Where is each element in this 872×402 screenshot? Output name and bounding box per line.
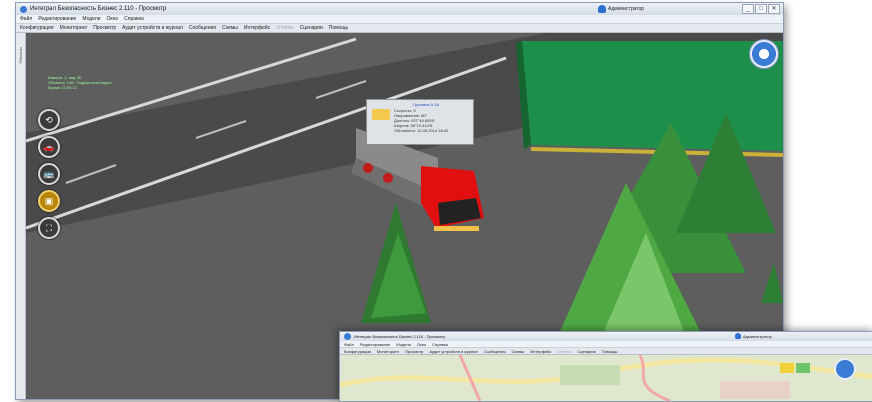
title-bar: Интеграл Безопасность Бизнес 2.110 - Про… [340, 332, 872, 341]
tooltip-line: Обновлено: 12.05.2014 18:42 [394, 128, 449, 133]
toolbar-schemes[interactable]: Схемы [512, 349, 525, 354]
menu-file[interactable]: Файл [344, 342, 354, 347]
map-svg [340, 355, 872, 401]
side-tab[interactable]: Объекты [16, 33, 26, 399]
truck-bumper [434, 226, 479, 231]
toolbar-messages[interactable]: Сообщения [189, 25, 216, 31]
map-marker-icon[interactable] [780, 363, 794, 373]
minimize-button[interactable]: _ [742, 4, 754, 14]
map-district [720, 381, 790, 399]
bus-icon[interactable]: 🚌 [38, 163, 60, 185]
app-icon [20, 5, 27, 13]
user-badge[interactable]: Администратор [735, 333, 772, 339]
user-badge[interactable]: Администратор [598, 5, 644, 13]
truck-wheel [363, 163, 373, 173]
toolbar-help[interactable]: Помощь [329, 25, 348, 31]
user-name: Администратор [743, 333, 772, 339]
vehicle-tooltip: Грузовик А-18 Скорость: 0 Направление: 8… [366, 99, 474, 145]
menu-window[interactable]: Окно [107, 16, 119, 22]
truck-wheel [383, 173, 393, 183]
window-title: Интеграл Безопасность Бизнес 2.110 - Про… [30, 6, 167, 12]
menu-models[interactable]: Модели [82, 16, 100, 22]
toolbar-configuration[interactable]: Конфигурация [20, 25, 54, 31]
menu-window[interactable]: Окно [417, 342, 426, 347]
toolbar-monitoring[interactable]: Мониторинг [377, 349, 399, 354]
toolbar-schemes[interactable]: Схемы [222, 25, 238, 31]
user-name: Администратор [608, 6, 645, 12]
close-button[interactable]: ✕ [768, 4, 780, 14]
map-window: Интеграл Безопасность Бизнес 2.110 - Про… [339, 331, 872, 402]
menu-edit[interactable]: Редактирование [38, 16, 76, 22]
toolbar-view[interactable]: Просмотр [405, 349, 423, 354]
app-icon [344, 333, 351, 340]
map-marker-icon[interactable] [796, 363, 810, 373]
toolbar-monitoring[interactable]: Мониторинг [60, 25, 88, 31]
toolbar-scenarios[interactable]: Сценарии [300, 25, 323, 31]
menu-edit[interactable]: Редактирование [360, 342, 390, 347]
toolbar-help[interactable]: Помощь [602, 349, 617, 354]
truck-icon [372, 109, 390, 120]
rotate-icon[interactable]: ⟲ [38, 109, 60, 131]
side-tab-label: Объекты [18, 47, 23, 64]
menu-bar: Файл Редактирование Модели Окно Справка [16, 15, 783, 24]
menu-file[interactable]: Файл [20, 16, 32, 22]
tooltip-title: Грузовик А-18 [413, 102, 439, 107]
menu-help[interactable]: Справка [124, 16, 144, 22]
map-viewport[interactable] [340, 355, 872, 401]
toolbar-interface[interactable]: Интерфейс [244, 25, 270, 31]
user-icon [598, 5, 606, 13]
toolbar-configuration[interactable]: Конфигурация [344, 349, 371, 354]
toolbar-audit[interactable]: Аудит устройств и журнал [429, 349, 478, 354]
fullscreen-icon[interactable]: ⛶ [38, 217, 60, 239]
toolbar-scenarios[interactable]: Сценарии [577, 349, 596, 354]
building-icon[interactable]: ▣ [38, 190, 60, 212]
map-park [560, 365, 620, 385]
menu-help[interactable]: Справка [432, 342, 448, 347]
toolbar-audit[interactable]: Аудит устройств и журнал [122, 25, 183, 31]
menu-models[interactable]: Модели [396, 342, 411, 347]
menu-bar: Файл Редактирование Модели Окно Справка [340, 341, 872, 348]
maximize-button[interactable]: □ [755, 4, 767, 14]
compass-icon[interactable] [749, 39, 779, 69]
toolbar-reports: Отчёты [276, 25, 294, 31]
window-title: Интеграл Безопасность Бизнес 2.110 - Про… [354, 334, 445, 339]
tool-bar: Конфигурация Мониторинг Просмотр Аудит у… [340, 348, 872, 355]
car-icon[interactable]: 🚗 [38, 136, 60, 158]
toolbar-interface[interactable]: Интерфейс [530, 349, 551, 354]
tool-bar: Конфигурация Мониторинг Просмотр Аудит у… [16, 24, 783, 33]
toolbar-messages[interactable]: Сообщения [484, 349, 506, 354]
toolbar-reports: Отчёты [557, 348, 572, 354]
toolbar-view[interactable]: Просмотр [93, 25, 116, 31]
status-overlay: Камера: 2, вид 3D Объекты: 148 / Подсист… [48, 75, 112, 90]
status-line: Время 13:05:12 [48, 85, 77, 90]
user-icon [735, 333, 741, 339]
title-bar: Интеграл Безопасность Бизнес 2.110 - Про… [16, 3, 783, 15]
compass-icon[interactable] [834, 358, 856, 380]
warehouse-roof [522, 41, 783, 151]
